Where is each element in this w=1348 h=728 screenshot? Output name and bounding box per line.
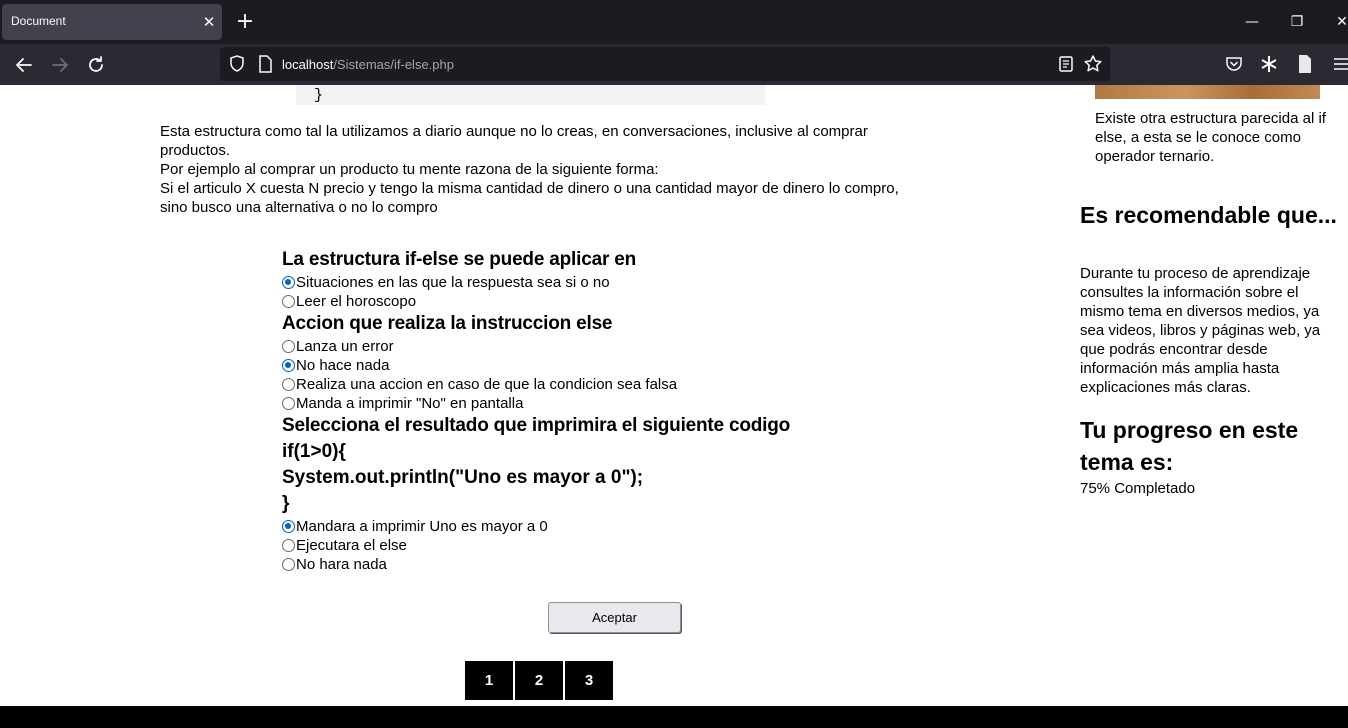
option-label[interactable]: Leer el horoscopo: [296, 292, 416, 311]
question-3-code-line: System.out.println("Uno es mayor a 0");: [282, 467, 644, 488]
pagination: 1 2 3: [465, 661, 615, 700]
q3-option[interactable]: No hara nada: [282, 555, 842, 574]
sidebar-note: Existe otra estructura parecida al if el…: [1095, 110, 1326, 165]
url-path: /Sistemas/if-else.php: [333, 57, 454, 72]
radio-button[interactable]: [282, 295, 295, 308]
code-closing-brace: }: [314, 87, 324, 104]
option-label[interactable]: Ejecutara el else: [296, 536, 407, 555]
quiz-form: La estructura if-else se puede aplicar e…: [282, 247, 842, 574]
menu-hamburger-icon[interactable]: [1330, 53, 1348, 75]
document-icon[interactable]: [1294, 53, 1316, 75]
forward-button[interactable]: [46, 51, 74, 79]
progress-heading: Tu progreso en este tema es:: [1080, 417, 1299, 475]
option-label[interactable]: No hace nada: [296, 356, 389, 375]
code-block: }: [296, 85, 765, 105]
question-3-code-line: }: [282, 493, 290, 514]
option-label[interactable]: Lanza un error: [296, 337, 394, 356]
page-info-icon[interactable]: [254, 53, 276, 75]
url-text[interactable]: localhost/Sistemas/if-else.php: [282, 57, 454, 72]
q2-option[interactable]: Manda a imprimir "No" en pantalla: [282, 394, 842, 413]
reload-icon: [89, 56, 103, 72]
nav-bar: localhost/Sistemas/if-else.php: [0, 44, 1348, 85]
page-1-button[interactable]: 1: [465, 661, 513, 700]
pocket-icon[interactable]: [1223, 53, 1245, 75]
q3-option[interactable]: Mandara a imprimir Uno es mayor a 0: [282, 517, 842, 536]
back-arrow-icon: [16, 58, 32, 72]
tab-document[interactable]: Document ✕: [2, 4, 222, 40]
reader-view-icon[interactable]: [1055, 53, 1077, 75]
q2-option[interactable]: Lanza un error: [282, 337, 842, 356]
intro-line-2: Por ejemplo al comprar un producto tu me…: [160, 161, 659, 178]
question-1-title: La estructura if-else se puede aplicar e…: [282, 249, 636, 270]
q2-option[interactable]: Realiza una accion en caso de que la con…: [282, 375, 842, 394]
tab-title: Document: [11, 14, 66, 28]
radio-button[interactable]: [282, 359, 295, 372]
bottom-bar: [0, 706, 1348, 728]
accept-button[interactable]: Aceptar: [548, 602, 681, 633]
q2-option[interactable]: No hace nada: [282, 356, 842, 375]
bookmark-star-icon[interactable]: [1082, 53, 1104, 75]
minimize-button[interactable]: —: [1237, 8, 1267, 36]
radio-button[interactable]: [282, 558, 295, 571]
tab-close-icon[interactable]: ✕: [199, 12, 219, 32]
page-3-button[interactable]: 3: [565, 661, 613, 700]
recommend-heading: Es recomendable que...: [1080, 202, 1337, 228]
option-label[interactable]: Mandara a imprimir Uno es mayor a 0: [296, 517, 548, 536]
recommend-text: Durante tu proceso de aprendizaje consul…: [1080, 265, 1321, 396]
question-3-code-line: if(1>0){: [282, 441, 346, 462]
shield-icon[interactable]: [226, 53, 248, 75]
question-2-title: Accion que realiza la instruccion else: [282, 313, 613, 334]
back-button[interactable]: [10, 51, 38, 79]
intro-line-3: Si el articulo X cuesta N precio y tengo…: [160, 180, 899, 216]
q1-option[interactable]: Leer el horoscopo: [282, 292, 842, 311]
radio-button[interactable]: [282, 276, 295, 289]
restore-button[interactable]: ❐: [1282, 8, 1312, 36]
option-label[interactable]: Situaciones en las que la respuesta sea …: [296, 273, 610, 292]
intro-line-1: Esta estructura como tal la utilizamos a…: [160, 123, 868, 159]
option-label[interactable]: No hara nada: [296, 555, 387, 574]
close-window-button[interactable]: ✕: [1327, 8, 1348, 36]
sidebar-image: [1095, 85, 1320, 99]
extensions-icon[interactable]: [1258, 53, 1280, 75]
radio-button[interactable]: [282, 539, 295, 552]
intro-text: Esta estructura como tal la utilizamos a…: [160, 122, 930, 217]
page-2-button[interactable]: 2: [515, 661, 563, 700]
q1-option[interactable]: Situaciones en las que la respuesta sea …: [282, 273, 842, 292]
radio-button[interactable]: [282, 340, 295, 353]
question-3-title: Selecciona el resultado que imprimira el…: [282, 415, 791, 436]
forward-arrow-icon: [52, 58, 68, 72]
page-content: } Esta estructura como tal la utilizamos…: [0, 85, 1348, 706]
reload-button[interactable]: [82, 51, 110, 79]
progress-text: 75% Completado: [1080, 480, 1196, 497]
option-label[interactable]: Realiza una accion en caso de que la con…: [296, 375, 677, 394]
q3-option[interactable]: Ejecutara el else: [282, 536, 842, 555]
url-host: localhost: [282, 57, 334, 72]
radio-button[interactable]: [282, 520, 295, 533]
tab-bar: Document ✕ + — ❐ ✕: [0, 0, 1348, 44]
url-bar[interactable]: localhost/Sistemas/if-else.php: [220, 47, 1110, 81]
radio-button[interactable]: [282, 378, 295, 391]
new-tab-button[interactable]: +: [232, 9, 258, 35]
option-label[interactable]: Manda a imprimir "No" en pantalla: [296, 394, 523, 413]
radio-button[interactable]: [282, 397, 295, 410]
